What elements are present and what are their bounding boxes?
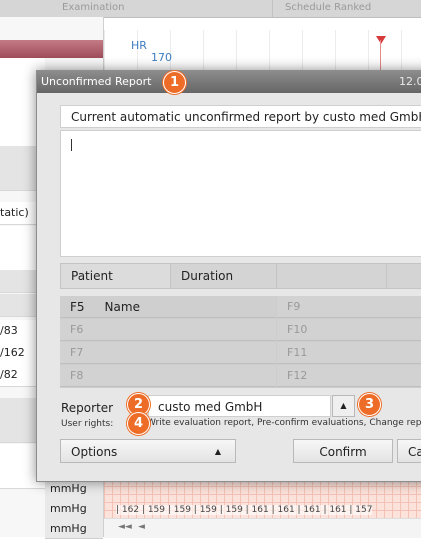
dialog-title-date: 12.0 [399,75,421,88]
triangle-up-icon: ▲ [214,447,221,456]
field-grid: F5 Name F9 F6 F10 F7 F11 F8 F12 [60,296,421,388]
field-f12[interactable]: F12 [277,365,421,387]
field-f5-key: F5 [70,300,85,314]
field-f10[interactable]: F10 [277,319,421,341]
field-f5-name: Name [104,300,140,314]
unit-label-mmhg: mmHg [45,498,103,519]
field-f9[interactable]: F9 [277,296,421,318]
user-rights-label: User rights: [61,419,114,429]
tab-empty-1[interactable] [277,264,387,288]
reporter-dropdown-button[interactable]: ▲ [332,395,355,417]
report-subject-field[interactable]: Current automatic unconfirmed report by … [60,105,421,128]
reporter-label: Reporter [61,401,114,415]
scroll-prev-icon[interactable]: ◄ [138,522,145,532]
report-text-area[interactable] [60,130,421,257]
field-f6[interactable]: F6 [60,319,276,341]
annotation-badge-4: 4 [127,412,150,435]
field-f11[interactable]: F11 [277,342,421,364]
timeline-scrollbar[interactable]: ◄◄ ◄ [104,518,421,538]
left-panel-highlight-bar [0,40,103,58]
triangle-up-icon: ▲ [340,401,347,410]
field-f8[interactable]: F8 [60,365,276,387]
hr-values-row: | 162 | 159 | 159 | 159 | 159 | 161 | 16… [116,505,373,515]
unit-label-mmhg: mmHg [45,518,103,539]
field-f5[interactable]: F5 Name [60,296,276,318]
field-f7[interactable]: F7 [60,342,276,364]
cancel-button[interactable]: Ca [397,439,421,463]
confirm-button[interactable]: Confirm [293,439,393,463]
reporter-field[interactable]: custo med GmbH [148,395,331,417]
top-header-tab-1[interactable]: Examination [62,0,273,17]
hr-axis-label: HR 170 [104,40,174,64]
time-marker-icon[interactable] [376,36,386,44]
hr-max-value: 170 [151,51,172,64]
tab-patient[interactable]: Patient [61,264,171,288]
annotation-badge-1: 1 [163,71,186,94]
tab-empty-2[interactable] [387,264,421,288]
options-button[interactable]: Options ▲ [60,439,236,463]
dialog-titlebar[interactable]: Unconfirmed Report 12.0 [37,71,421,93]
report-tabs: Patient Duration [60,263,421,289]
tab-duration[interactable]: Duration [171,264,277,288]
top-header-tab-2[interactable]: Schedule Ranked [285,0,421,17]
options-button-label: Options [71,445,118,459]
scroll-first-icon[interactable]: ◄◄ [118,522,132,532]
text-caret [71,139,72,151]
user-rights-value: Write evaluation report, Pre-confirm eva… [147,418,421,428]
dialog-title: Unconfirmed Report [41,75,152,88]
time-marker-line [380,40,381,70]
annotation-badge-3: 3 [358,393,381,416]
top-header-bar: Examination Schedule Ranked [0,0,421,18]
unconfirmed-report-dialog: Unconfirmed Report 12.0 Current automati… [36,70,421,482]
